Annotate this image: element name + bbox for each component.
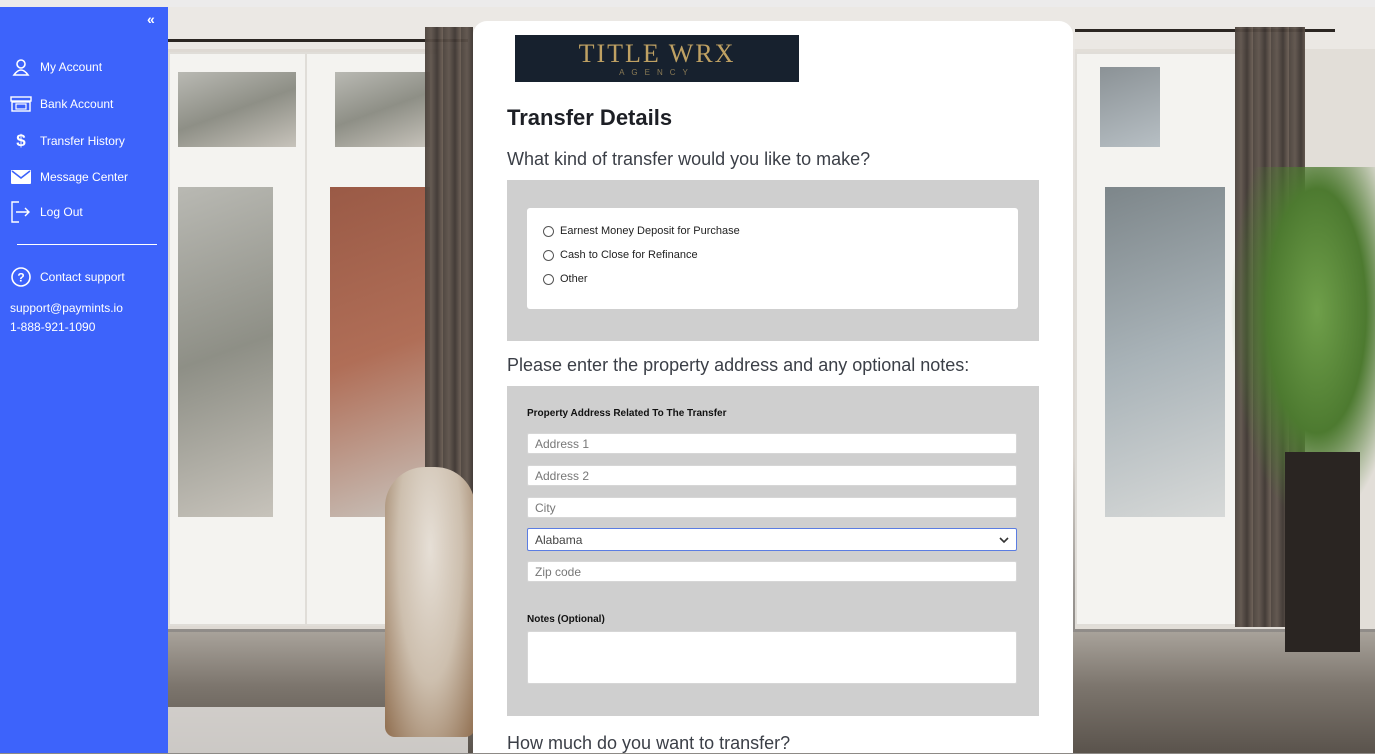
state-select[interactable]: Alabama bbox=[527, 528, 1017, 551]
help-circle-icon: ? bbox=[10, 267, 32, 287]
address2-field[interactable]: Address 2 bbox=[527, 465, 1017, 486]
sidebar-item-label: Transfer History bbox=[40, 134, 125, 148]
radio-other[interactable]: Other bbox=[543, 273, 588, 285]
transfer-type-question: What kind of transfer would you like to … bbox=[507, 149, 871, 169]
top-strip bbox=[0, 0, 1375, 7]
sidebar-item-label: Message Center bbox=[40, 170, 129, 184]
logo-title: TITLE WRX bbox=[578, 39, 736, 68]
address-question: Please enter the property address and an… bbox=[507, 355, 970, 375]
radio-label: Other bbox=[560, 273, 588, 285]
transfer-type-options: Earnest Money Deposit for Purchase Cash … bbox=[527, 208, 1018, 309]
svg-text:?: ? bbox=[17, 271, 24, 285]
logout-icon bbox=[10, 201, 32, 223]
city-field[interactable]: City bbox=[527, 497, 1017, 518]
user-icon bbox=[10, 58, 32, 76]
notes-label: Notes (Optional) bbox=[527, 614, 605, 625]
sidebar-divider bbox=[17, 244, 157, 245]
double-chevron-left-icon: « bbox=[147, 11, 155, 27]
transfer-type-panel: Earnest Money Deposit for Purchase Cash … bbox=[507, 180, 1039, 341]
radio-earnest-money[interactable]: Earnest Money Deposit for Purchase bbox=[543, 225, 740, 237]
support-phone[interactable]: 1-888-921-1090 bbox=[10, 320, 95, 334]
state-value: Alabama bbox=[535, 532, 583, 547]
sidebar-item-label: Bank Account bbox=[40, 97, 114, 111]
sidebar: « My Account Bank Account $ Transfer His… bbox=[0, 7, 168, 753]
transfer-form-card: TITLE WRX AGENCY Transfer Details What k… bbox=[473, 21, 1073, 753]
zip-field[interactable]: Zip code bbox=[527, 561, 1017, 582]
contact-support-label: Contact support bbox=[40, 270, 125, 284]
sidebar-item-my-account[interactable]: My Account bbox=[10, 58, 102, 76]
radio-circle[interactable] bbox=[543, 273, 554, 285]
address-panel: Property Address Related To The Transfer… bbox=[507, 386, 1039, 716]
radio-label: Earnest Money Deposit for Purchase bbox=[560, 225, 740, 237]
agency-logo: TITLE WRX AGENCY bbox=[515, 35, 799, 82]
chevron-down-icon bbox=[999, 533, 1009, 547]
sidebar-item-label: Log Out bbox=[40, 205, 83, 219]
amount-question: How much do you want to transfer? bbox=[507, 733, 791, 753]
envelope-icon bbox=[10, 168, 32, 186]
address-label: Property Address Related To The Transfer bbox=[527, 408, 727, 419]
contact-support-link[interactable]: ? Contact support bbox=[10, 267, 125, 287]
radio-circle[interactable] bbox=[543, 225, 554, 237]
sidebar-item-message-center[interactable]: Message Center bbox=[10, 168, 128, 186]
sidebar-item-bank-account[interactable]: Bank Account bbox=[10, 95, 113, 113]
dollar-icon: $ bbox=[16, 131, 26, 150]
sidebar-item-transfer-history[interactable]: $ Transfer History bbox=[10, 131, 125, 150]
radio-cash-to-close[interactable]: Cash to Close for Refinance bbox=[543, 249, 698, 261]
radio-circle[interactable] bbox=[543, 249, 554, 261]
collapse-sidebar-button[interactable]: « bbox=[147, 11, 155, 27]
address1-field[interactable]: Address 1 bbox=[527, 433, 1017, 454]
notes-field[interactable] bbox=[527, 631, 1017, 684]
page-title: Transfer Details bbox=[507, 105, 673, 130]
sidebar-item-label: My Account bbox=[40, 60, 103, 74]
logo-subtitle: AGENCY bbox=[619, 68, 695, 77]
radio-label: Cash to Close for Refinance bbox=[560, 249, 698, 261]
bank-icon bbox=[10, 95, 32, 113]
support-email[interactable]: support@paymints.io bbox=[10, 301, 123, 315]
sidebar-item-log-out[interactable]: Log Out bbox=[10, 201, 83, 223]
